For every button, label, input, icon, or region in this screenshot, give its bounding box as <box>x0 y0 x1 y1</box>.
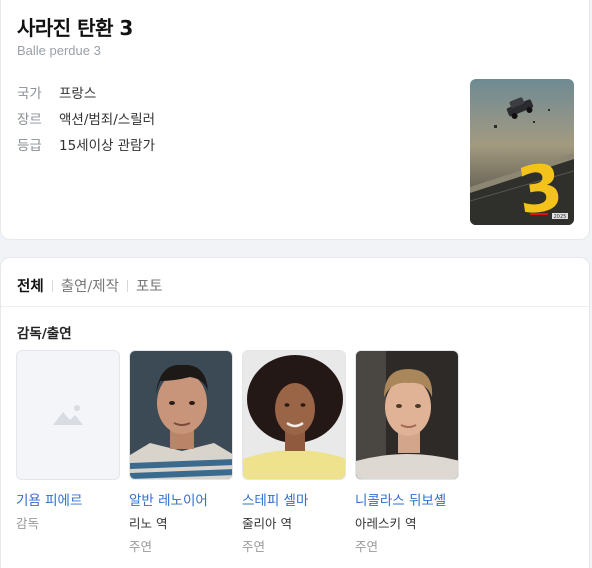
person-card[interactable]: 기욤 피에르 감독 <box>16 350 120 555</box>
person-card[interactable]: 니콜라스 뒤보셸 아레스키 역 주연 <box>355 350 459 555</box>
movie-original-title: Balle perdue 3 <box>17 43 101 58</box>
movie-info-list: 국가 프랑스 장르 액션/범죄/스릴러 등급 15세이상 관람가 <box>17 79 155 157</box>
person-card[interactable]: 알반 레노이어 리노 역 주연 <box>129 350 233 555</box>
person-card[interactable]: 스테피 셀마 줄리아 역 주연 <box>242 350 346 555</box>
poster-image: 3 2025 <box>470 79 574 225</box>
tab-separator <box>51 279 53 292</box>
poster-year: 2025 <box>554 214 567 220</box>
photo-placeholder[interactable] <box>16 350 120 480</box>
person-kind: 주연 <box>129 539 153 554</box>
image-placeholder-icon <box>53 405 83 425</box>
info-value: 15세이상 관람가 <box>59 138 155 154</box>
movie-poster[interactable]: 3 2025 <box>470 79 574 225</box>
person-photo[interactable] <box>355 350 459 480</box>
person-name[interactable]: 기욤 피에르 <box>16 489 120 509</box>
cast-card: 전체 출연/제작 포토 감독/출연 기욤 피에르 감독 알반 레노이어 리노 역… <box>0 257 590 568</box>
person-photo-image <box>243 351 345 479</box>
person-role: 아레스키 역 <box>355 516 417 531</box>
info-row-country: 국가 프랑스 <box>17 79 155 105</box>
person-kind: 주연 <box>355 539 379 554</box>
info-value: 프랑스 <box>59 86 97 102</box>
divider <box>1 306 589 307</box>
tab-cast-crew[interactable]: 출연/제작 <box>61 275 119 296</box>
person-photo-image <box>130 351 232 479</box>
info-value: 액션/범죄/스릴러 <box>59 112 156 128</box>
info-key: 국가 <box>17 86 42 102</box>
info-row-rating: 등급 15세이상 관람가 <box>17 131 155 157</box>
person-photo[interactable] <box>242 350 346 480</box>
tab-photos[interactable]: 포토 <box>136 275 163 296</box>
person-role: 감독 <box>16 516 40 531</box>
tab-all[interactable]: 전체 <box>17 275 44 296</box>
person-role: 리노 역 <box>129 516 168 531</box>
info-key: 등급 <box>17 138 42 154</box>
person-photo[interactable] <box>129 350 233 480</box>
movie-info-card: 사라진 탄환 3 Balle perdue 3 국가 프랑스 장르 액션/범죄/… <box>0 0 590 240</box>
people-list: 기욤 피에르 감독 알반 레노이어 리노 역 주연 스테피 셀마 줄리아 역 주… <box>16 350 468 555</box>
person-photo-image <box>356 351 458 479</box>
info-row-genre: 장르 액션/범죄/스릴러 <box>17 105 155 131</box>
tab-bar: 전체 출연/제작 포토 <box>17 275 163 296</box>
person-kind: 주연 <box>242 539 266 554</box>
person-role: 줄리아 역 <box>242 516 292 531</box>
section-title: 감독/출연 <box>17 326 72 342</box>
person-name[interactable]: 스테피 셀마 <box>242 489 346 509</box>
info-key: 장르 <box>17 112 42 128</box>
tab-separator <box>126 279 128 292</box>
person-name[interactable]: 알반 레노이어 <box>129 489 233 509</box>
movie-title[interactable]: 사라진 탄환 3 <box>17 12 133 41</box>
person-name[interactable]: 니콜라스 뒤보셸 <box>355 489 459 509</box>
